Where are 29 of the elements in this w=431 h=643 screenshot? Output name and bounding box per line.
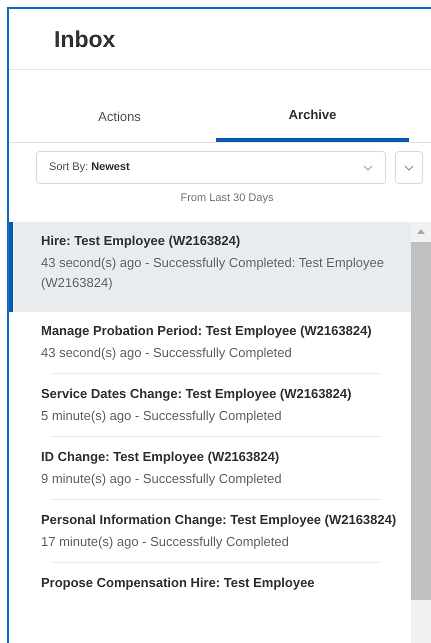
scroll-up-icon[interactable]: [417, 228, 425, 234]
inbox-item[interactable]: Propose Compensation Hire: Test Employee: [9, 564, 411, 602]
sort-label: Sort By: Newest: [49, 160, 130, 176]
inbox-item[interactable]: Service Dates Change: Test Employee (W2163824) 5 minute(s) ago - Successfully Completed: [9, 374, 411, 436]
chevron-down-icon: [363, 164, 373, 170]
item-title: Personal Information Change: Test Employee (W2163824): [41, 510, 397, 529]
chevron-down-icon: [404, 164, 414, 170]
item-status: 9 minute(s) ago - Successfully Completed: [41, 470, 283, 488]
sort-dropdown[interactable]: Sort By: Newest: [36, 151, 386, 184]
scrollbar-thumb[interactable]: [411, 242, 431, 600]
inbox-item[interactable]: ID Change: Test Employee (W2163824) 9 minute(s) ago - Successfully Completed: [9, 438, 411, 498]
item-title: ID Change: Test Employee (W2163824): [41, 448, 280, 466]
expand-button[interactable]: [395, 151, 423, 184]
scrollbar[interactable]: [411, 222, 431, 643]
item-title: Propose Compensation Hire: Test Employee: [41, 574, 316, 592]
item-status: 43 second(s) ago - Successfully Completed: [41, 344, 293, 362]
inbox-item[interactable]: Hire: Test Employee (W2163824) 43 second(s) ago - Successfully Completed: Test Employee (W2163824): [9, 222, 411, 312]
item-status: 5 minute(s) ago - Successfully Completed: [41, 406, 283, 425]
tab[interactable]: Actions: [23, 100, 216, 142]
item-status: 17 minute(s) ago - Successfully Completed: [41, 532, 290, 551]
item-title: Hire: Test Employee (W2163824): [41, 232, 242, 250]
page-title: Inbox: [54, 24, 116, 54]
item-title: Service Dates Change: Test Employee (W2163824): [41, 384, 352, 403]
item-status: 43 second(s) ago - Successfully Completed: Test Employee (W2163824): [41, 254, 385, 292]
tab[interactable]: Archive: [216, 100, 409, 142]
item-title: Manage Probation Period: Test Employee (W2163824): [41, 322, 373, 340]
date-range-note: From Last 30 Days: [180, 191, 274, 206]
inbox-item[interactable]: Personal Information Change: Test Employee (W2163824) 17 minute(s) ago - Successfully Completed: [9, 500, 411, 562]
inbox-item[interactable]: Manage Probation Period: Test Employee (W2163824) 43 second(s) ago - Successfully Completed: [9, 312, 411, 372]
